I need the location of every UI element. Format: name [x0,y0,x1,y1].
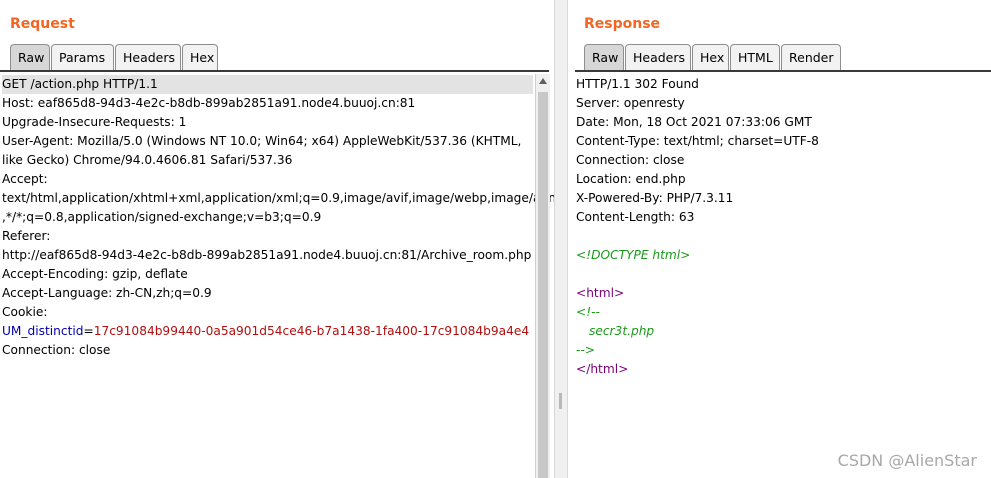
request-scroll-thumb[interactable] [538,92,548,478]
splitter-grip-icon[interactable] [559,393,562,409]
request-line: like Gecko) Chrome/94.0.4606.81 Safari/5… [2,153,293,167]
request-line: Connection: close [2,343,111,357]
request-scrollbar[interactable] [535,74,550,478]
request-line: Cookie: [2,305,48,319]
response-header-line: Server: openresty [576,96,685,110]
request-line: Accept-Encoding: gzip, deflate [2,267,188,281]
response-header-line: Content-Length: 63 [576,210,695,224]
request-tab-params[interactable]: Params [51,44,114,70]
response-header-line: Location: end.php [576,172,686,186]
body-html-open: <html> [576,286,625,300]
request-line: GET /action.php HTTP/1.1 [2,75,533,94]
request-line: Accept-Language: zh-CN,zh;q=0.9 [2,286,212,300]
response-tab-hex[interactable]: Hex [692,44,729,70]
cookie-value: 17c91084b99440-0a5a901d54ce46-b7a1438-1f… [93,324,530,338]
request-tab-raw[interactable]: Raw [10,44,50,70]
request-line: text/html,application/xhtml+xml,applicat… [2,191,564,205]
response-raw-viewer[interactable]: HTTP/1.1 302 Found Server: openresty Dat… [576,75,986,379]
response-panel: Response Raw Headers Hex HTML Render HTT… [569,0,991,478]
cookie-eq: = [83,324,94,338]
response-tab-headers[interactable]: Headers [625,44,691,70]
body-html-close: </html> [576,362,629,376]
response-title: Response [584,16,661,32]
request-line: ,*/*;q=0.8,application/signed-exchange;v… [2,210,322,224]
request-title: Request [10,16,75,32]
response-tab-html[interactable]: HTML [730,44,780,70]
request-line: Upgrade-Insecure-Requests: 1 [2,115,187,129]
request-line: Referer: [2,229,51,243]
request-tab-hex[interactable]: Hex [182,44,218,70]
scroll-up-arrow-icon[interactable] [539,78,547,84]
body-comment-close: --> [576,343,596,357]
watermark: CSDN @AlienStar [837,451,977,470]
request-tab-underline [0,70,549,72]
response-header-line: HTTP/1.1 302 Found [576,77,699,91]
request-panel: Request Raw Params Headers Hex GET /acti… [0,0,564,478]
request-raw-editor[interactable]: GET /action.php HTTP/1.1 Host: eaf865d8-… [2,75,564,360]
request-line: Host: eaf865d8-94d3-4e2c-b8db-899ab2851a… [2,96,416,110]
response-tab-render[interactable]: Render [781,44,841,70]
response-header-line: Date: Mon, 18 Oct 2021 07:33:06 GMT [576,115,812,129]
cookie-line: UM_distinctid=17c91084b99440-0a5a901d54c… [2,322,533,341]
response-tab-raw[interactable]: Raw [584,44,624,70]
response-tab-underline [575,70,991,72]
response-header-line: X-Powered-By: PHP/7.3.11 [576,191,734,205]
response-header-line: Connection: close [576,153,685,167]
body-comment-text: secr3t.php [589,324,655,338]
body-comment-open: <!-- [576,305,600,319]
response-header-line: Content-Type: text/html; charset=UTF-8 [576,134,819,148]
body-doctype: <!DOCTYPE html> [576,248,691,262]
request-line: Accept: [2,172,48,186]
cookie-name: UM_distinctid [2,324,84,338]
request-line: User-Agent: Mozilla/5.0 (Windows NT 10.0… [2,134,522,148]
request-tab-headers[interactable]: Headers [115,44,181,70]
request-line: http://eaf865d8-94d3-4e2c-b8db-899ab2851… [2,248,532,262]
